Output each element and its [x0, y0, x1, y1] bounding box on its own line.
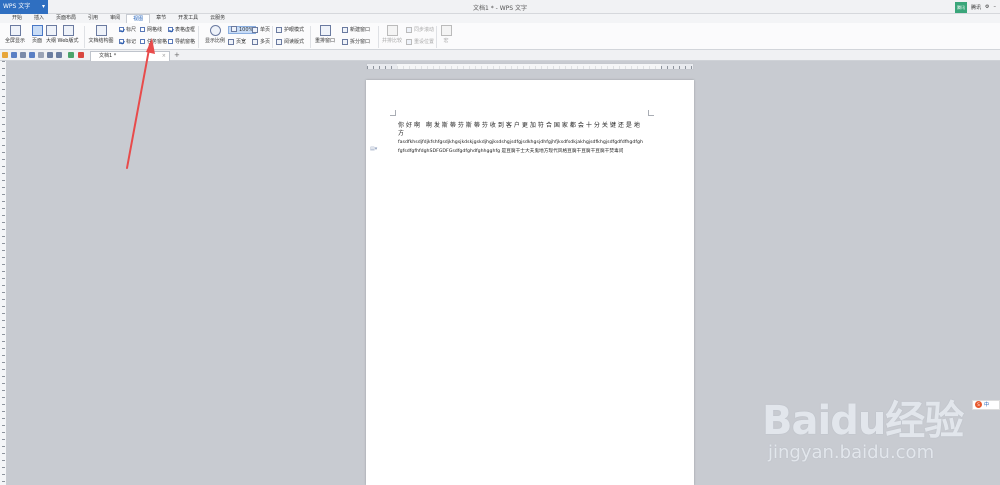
checkbox-icon	[140, 27, 145, 32]
wps-icon[interactable]	[78, 52, 84, 58]
menu-item-1[interactable]: 插入	[28, 14, 50, 23]
title-right-controls: 腾讯 腾讯 ⚙ –	[955, 1, 996, 13]
magnifier-icon	[209, 25, 221, 36]
web-layout-button[interactable]: Web版式	[56, 25, 80, 44]
web-icon	[62, 25, 74, 36]
menu-item-6[interactable]: 章节	[150, 14, 172, 23]
checkbox-icon	[168, 39, 173, 44]
reset-position-button[interactable]: 重设位置	[406, 38, 434, 45]
margin-corner	[648, 110, 654, 116]
structure-icon	[95, 25, 107, 36]
watermark-brand: Baidu经验	[762, 398, 964, 444]
separator	[272, 26, 273, 48]
checkbox-checked-icon	[168, 27, 173, 32]
eye-mode-button[interactable]: 护眼模式	[276, 26, 304, 33]
task-pane-checkbox[interactable]: 任务窗格	[140, 38, 167, 45]
menu-bar: 开始 插入 页面布局 引用 审阅 视图 章节 开发工具 云服务	[0, 14, 1000, 23]
new-window-icon	[342, 26, 348, 33]
macro-button[interactable]: 宏	[438, 25, 454, 44]
ime-indicator[interactable]: S中	[972, 400, 1000, 410]
title-bar: WPS 文字 ▾ 文档1 * - WPS 文字 腾讯 腾讯 ⚙ –	[0, 0, 1000, 14]
print-preview-icon[interactable]	[20, 52, 26, 58]
eye-icon	[276, 26, 282, 33]
document-body[interactable]: 你好啊 啊发斯蒂芬斯蒂芬收到客户更加符合国家都会十分关键还是地方 fasdfkh…	[398, 122, 644, 156]
document-tab-bar: 文档1 * × +	[0, 50, 1000, 61]
add-tab-icon[interactable]: +	[174, 51, 180, 59]
fullscreen-button[interactable]: 全屏显示	[4, 25, 26, 44]
checkbox-checked-icon	[119, 27, 124, 32]
horizontal-ruler[interactable]	[366, 63, 694, 70]
page-width-button[interactable]: 页宽	[228, 38, 246, 45]
reset-icon	[406, 38, 412, 45]
separator	[198, 26, 199, 48]
menu-item-7[interactable]: 开发工具	[172, 14, 204, 23]
outline-icon	[45, 25, 57, 36]
sogou-icon: S	[975, 401, 982, 408]
copy-icon[interactable]	[38, 52, 44, 58]
close-icon[interactable]: ×	[162, 52, 166, 61]
split-icon	[342, 38, 348, 45]
separator	[84, 26, 85, 48]
zoom-button[interactable]: 显示比例	[202, 25, 228, 44]
compare-icon	[386, 25, 398, 36]
watermark: Baidu经验 jingyan.baidu.com	[762, 388, 964, 463]
rearrange-windows-button[interactable]: 重排窗口	[312, 25, 338, 44]
markup-checkbox[interactable]: 标记	[119, 38, 136, 45]
tab-label: 文档1 *	[99, 53, 117, 59]
open-folder-icon[interactable]	[2, 52, 8, 58]
menu-item-3[interactable]: 引用	[82, 14, 104, 23]
tab-document-1[interactable]: 文档1 * ×	[90, 51, 170, 61]
undo-icon[interactable]	[47, 52, 53, 58]
separator	[310, 26, 311, 48]
separator	[378, 26, 379, 48]
menu-item-8[interactable]: 云服务	[204, 14, 231, 23]
check-icon[interactable]	[68, 52, 74, 58]
window-title: 文档1 * - WPS 文字	[473, 5, 527, 12]
gridlines-checkbox[interactable]: 网格线	[140, 26, 162, 33]
book-icon	[276, 38, 282, 45]
margin-corner	[390, 110, 396, 116]
menu-item-2[interactable]: 页面布局	[50, 14, 82, 23]
print-icon[interactable]	[29, 52, 35, 58]
user-name[interactable]: 腾讯	[971, 4, 981, 11]
macro-icon	[440, 25, 452, 36]
ruler-checkbox[interactable]: 标尺	[119, 26, 136, 33]
page-width-icon	[228, 38, 234, 45]
save-icon[interactable]	[11, 52, 17, 58]
gear-icon[interactable]: ⚙	[985, 4, 989, 10]
document-page[interactable]: ▤▾ 你好啊 啊发斯蒂芬斯蒂芬收到客户更加符合国家都会十分关键还是地方 fasd…	[366, 80, 694, 485]
reading-mode-button[interactable]: 阅读版式	[276, 38, 304, 45]
text-line-1: 你好啊 啊发斯蒂芬斯蒂芬收到客户更加符合国家都会十分关键还是地方	[398, 122, 642, 137]
vertical-ruler[interactable]	[0, 61, 7, 485]
ribbon-view: 全屏显示 页面 大纲 Web版式 文档结构图 标尺 网格线 表格虚框 标记 任务…	[0, 23, 1000, 50]
checkbox-checked-icon	[119, 39, 124, 44]
zoom-icon	[231, 26, 237, 32]
checkbox-icon	[140, 39, 145, 44]
split-window-button[interactable]: 拆分窗口	[342, 38, 370, 45]
multi-page-button[interactable]: 多页	[252, 38, 270, 45]
sync-icon	[406, 26, 412, 33]
page-icon	[252, 26, 258, 33]
fullscreen-icon	[9, 25, 21, 36]
new-window-button[interactable]: 新建窗口	[342, 26, 370, 33]
nav-pane-checkbox[interactable]: 导航窗格	[168, 38, 195, 45]
one-page-button[interactable]: 单页	[252, 26, 270, 33]
menu-item-4[interactable]: 审阅	[104, 14, 126, 23]
table-gridlines-checkbox[interactable]: 表格虚框	[168, 26, 195, 33]
minimize-icon[interactable]: –	[994, 4, 997, 10]
sync-scroll-button[interactable]: 同步滚动	[406, 26, 434, 33]
separator	[436, 26, 437, 48]
multi-page-icon	[252, 38, 258, 45]
redo-icon[interactable]	[56, 52, 62, 58]
windows-icon	[319, 25, 331, 36]
avatar[interactable]: 腾讯	[955, 1, 967, 13]
paragraph-options-icon[interactable]: ▤▾	[370, 146, 380, 152]
menu-item-0[interactable]: 开始	[6, 14, 28, 23]
watermark-url: jingyan.baidu.com	[768, 442, 935, 463]
text-line-2: fasdfkhsdjfdjkfshfgsdjkhgsjkdskjgskdjhgj…	[398, 140, 643, 154]
menu-item-5[interactable]: 视图	[126, 14, 151, 23]
doc-structure-button[interactable]: 文档结构图	[86, 25, 116, 44]
compare-side-by-side-button[interactable]: 并排比较	[380, 25, 404, 44]
